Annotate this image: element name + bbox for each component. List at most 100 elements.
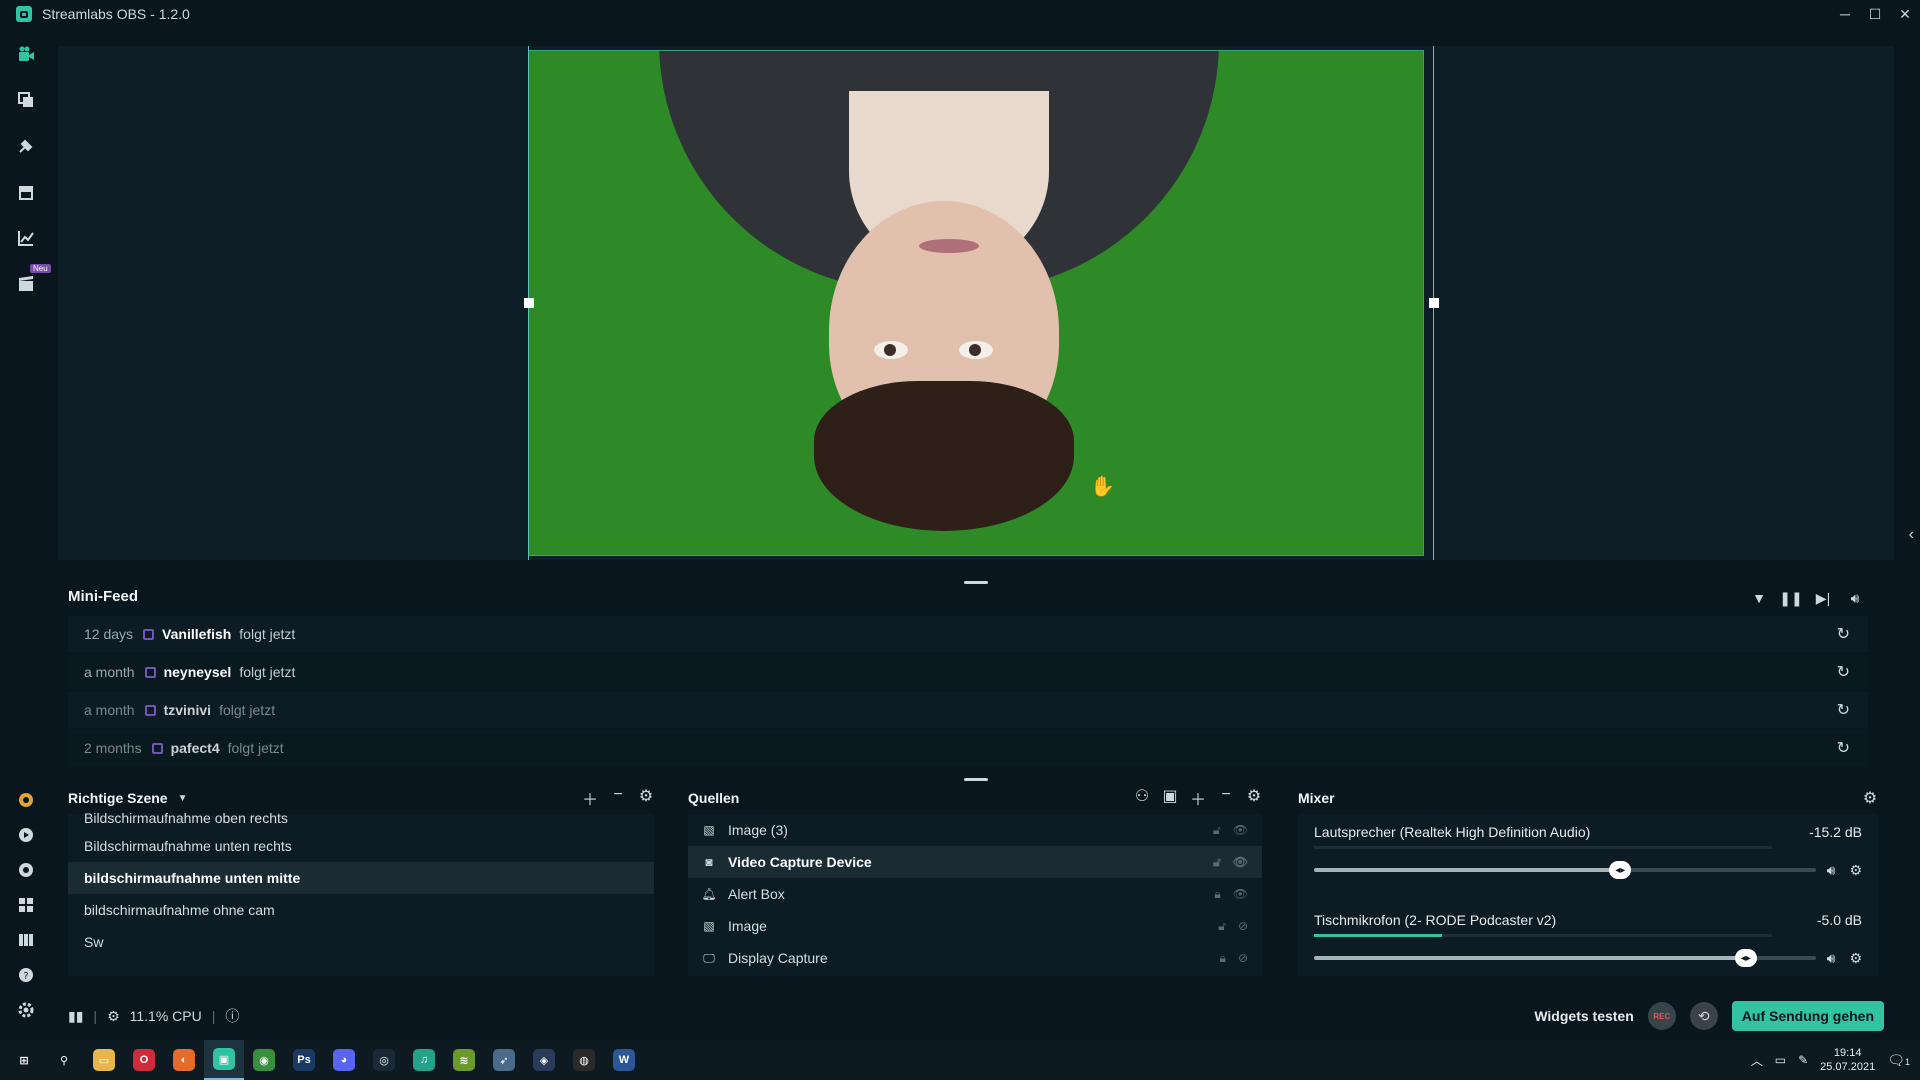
layout-icon[interactable]	[16, 895, 36, 915]
chrome-icon-glyph: ◉	[253, 1049, 275, 1071]
chrome-icon[interactable]: ◉	[244, 1040, 284, 1080]
channel-settings-icon[interactable]: ⚙	[1849, 950, 1862, 967]
slider-knob[interactable]: ◂▸	[1609, 861, 1632, 879]
themes-icon[interactable]	[16, 90, 36, 110]
scene-item[interactable]: bildschirmaufnahme ohne cam	[68, 894, 654, 926]
audio-channel: Tischmikrofon (2- RODE Podcaster v2) -5.…	[1314, 912, 1862, 992]
music-app-icon[interactable]: ♫	[404, 1040, 444, 1080]
layers-app-icon[interactable]: ≋	[444, 1040, 484, 1080]
repeat-alert-icon[interactable]: ↻	[1837, 662, 1850, 682]
streamlabs-logo-icon	[16, 6, 32, 22]
repeat-alert-icon[interactable]: ↻	[1837, 700, 1850, 720]
test-widgets-button[interactable]: Widgets testen	[1534, 1008, 1633, 1024]
word-icon[interactable]: W	[604, 1040, 644, 1080]
network-icon[interactable]: ▭	[1775, 1053, 1786, 1067]
rocket-app-icon[interactable]: ➶	[484, 1040, 524, 1080]
source-name: Image (3)	[728, 822, 788, 838]
discord-icon[interactable]: ◕	[324, 1040, 364, 1080]
repeat-alert-icon[interactable]: ↻	[1837, 624, 1850, 644]
prime-icon[interactable]	[16, 790, 36, 810]
settings-icon[interactable]	[16, 1000, 36, 1020]
source-item[interactable]: ▧ Image 🔓︎ ⊘	[688, 910, 1262, 942]
volume-slider[interactable]: ◂▸	[1314, 861, 1816, 879]
windows-start-icon[interactable]: ⊞	[4, 1040, 44, 1080]
apps-icon[interactable]	[16, 136, 36, 156]
mixer-settings-icon[interactable]: ⚙	[1862, 788, 1878, 808]
dashboard-icon[interactable]	[16, 825, 36, 845]
visibility-icon[interactable]: 👁︎	[1233, 887, 1248, 902]
source-name: Video Capture Device	[728, 854, 872, 870]
lock-icon[interactable]: 🔓︎	[1218, 919, 1226, 934]
chat-icon[interactable]	[16, 860, 36, 880]
scene-item[interactable]: Bildschirmaufnahme oben rechts	[68, 806, 654, 830]
svg-text:?: ?	[23, 971, 28, 982]
video-capture-preview[interactable]	[528, 50, 1424, 556]
pen-icon[interactable]: ✎	[1798, 1053, 1808, 1067]
file-explorer-icon[interactable]: ▭	[84, 1040, 124, 1080]
info-icon[interactable]: ⓘ	[225, 1006, 239, 1026]
chevron-down-icon[interactable]: ▼	[178, 793, 188, 804]
obs-icon[interactable]: ◍	[564, 1040, 604, 1080]
filter-icon[interactable]: ▼	[1750, 589, 1768, 607]
chevron-up-icon[interactable]: ︿	[1751, 1052, 1763, 1069]
streamlabs-icon[interactable]: ▣	[204, 1040, 244, 1080]
stats-icon[interactable]: ▮▮	[68, 1008, 83, 1025]
mute-icon[interactable]: 🔊︎	[1827, 950, 1836, 967]
hidden-icon[interactable]: ⊘	[1238, 919, 1248, 934]
add-source-icon[interactable]: ＋	[1190, 786, 1206, 810]
replay-buffer-icon[interactable]: ⟲	[1689, 1002, 1718, 1030]
volume-slider[interactable]: ◂▸	[1314, 949, 1816, 967]
source-settings-icon[interactable]: ⚙	[1246, 786, 1262, 810]
repeat-alert-icon[interactable]: ↻	[1837, 738, 1850, 758]
skip-icon[interactable]: ▶|	[1814, 589, 1832, 607]
selective-recording-icon[interactable]: ⚇	[1134, 786, 1150, 810]
source-item[interactable]: ◙ Video Capture Device 🔓︎ 👁︎	[688, 846, 1262, 878]
volume-icon[interactable]: 🔊︎	[1846, 589, 1864, 607]
notifications-icon[interactable]: 🗨︎1	[1887, 1052, 1910, 1069]
clock[interactable]: 19:14 25.07.2021	[1820, 1046, 1875, 1074]
resolve-icon[interactable]: ◈	[524, 1040, 564, 1080]
go-live-button[interactable]: Auf Sendung gehen	[1731, 1001, 1884, 1031]
feed-time: 12 days	[84, 626, 134, 642]
resize-handle-right[interactable]	[1429, 298, 1439, 308]
editor-icon[interactable]	[16, 44, 36, 64]
add-folder-icon[interactable]: ▣	[1162, 786, 1178, 810]
help-icon[interactable]: ?	[16, 965, 36, 985]
visibility-icon[interactable]: 👁︎	[1233, 823, 1248, 838]
steam-icon[interactable]: ◎	[364, 1040, 404, 1080]
scene-item[interactable]: bildschirmaufnahme unten mitte	[68, 862, 654, 894]
hidden-icon[interactable]: ⊘	[1238, 951, 1248, 966]
minimize-button[interactable]: ─	[1830, 0, 1860, 28]
studio-mode-icon[interactable]	[16, 930, 36, 950]
source-item[interactable]: 🖵︎ Display Capture 🔒︎ ⊘	[688, 942, 1262, 974]
opera-icon[interactable]: O	[124, 1040, 164, 1080]
pause-icon[interactable]: ❚❚	[1779, 589, 1802, 607]
firefox-icon[interactable]: ◐	[164, 1040, 204, 1080]
maximize-button[interactable]: ☐	[1860, 0, 1890, 28]
lock-icon[interactable]: 🔓︎	[1213, 855, 1221, 870]
lock-icon[interactable]: 🔒︎	[1220, 951, 1226, 966]
photoshop-icon[interactable]: Ps	[284, 1040, 324, 1080]
source-item[interactable]: 🔔︎ Alert Box 🔒︎ 👁︎	[688, 878, 1262, 910]
remove-source-icon[interactable]: −	[1218, 786, 1234, 810]
slider-knob[interactable]: ◂▸	[1734, 949, 1757, 967]
scene-item[interactable]: Sw	[68, 926, 654, 958]
channel-settings-icon[interactable]: ⚙	[1849, 862, 1862, 879]
record-button[interactable]: REC	[1647, 1002, 1676, 1030]
opera-icon-glyph: O	[133, 1049, 155, 1071]
close-button[interactable]: ✕	[1890, 0, 1920, 28]
resize-handle-left[interactable]	[524, 298, 534, 308]
lock-icon[interactable]: 🔓︎	[1213, 823, 1221, 838]
visibility-icon[interactable]: 👁︎	[1233, 855, 1248, 870]
scene-item[interactable]: Bildschirmaufnahme unten rechts	[68, 830, 654, 862]
scene-collection-title[interactable]: Richtige Szene	[68, 790, 168, 806]
chevron-left-icon[interactable]: ‹	[1909, 526, 1914, 544]
lock-icon[interactable]: 🔒︎	[1214, 887, 1220, 902]
mute-icon[interactable]: 🔊︎	[1827, 862, 1836, 879]
windows-start-icon-glyph: ⊞	[13, 1049, 35, 1071]
analytics-icon[interactable]	[16, 228, 36, 248]
search-icon[interactable]: ⚲	[44, 1040, 84, 1080]
highlighter-icon[interactable]	[16, 274, 36, 294]
store-icon[interactable]	[16, 182, 36, 202]
source-item[interactable]: ▧ Image (3) 🔓︎ 👁︎	[688, 814, 1262, 846]
